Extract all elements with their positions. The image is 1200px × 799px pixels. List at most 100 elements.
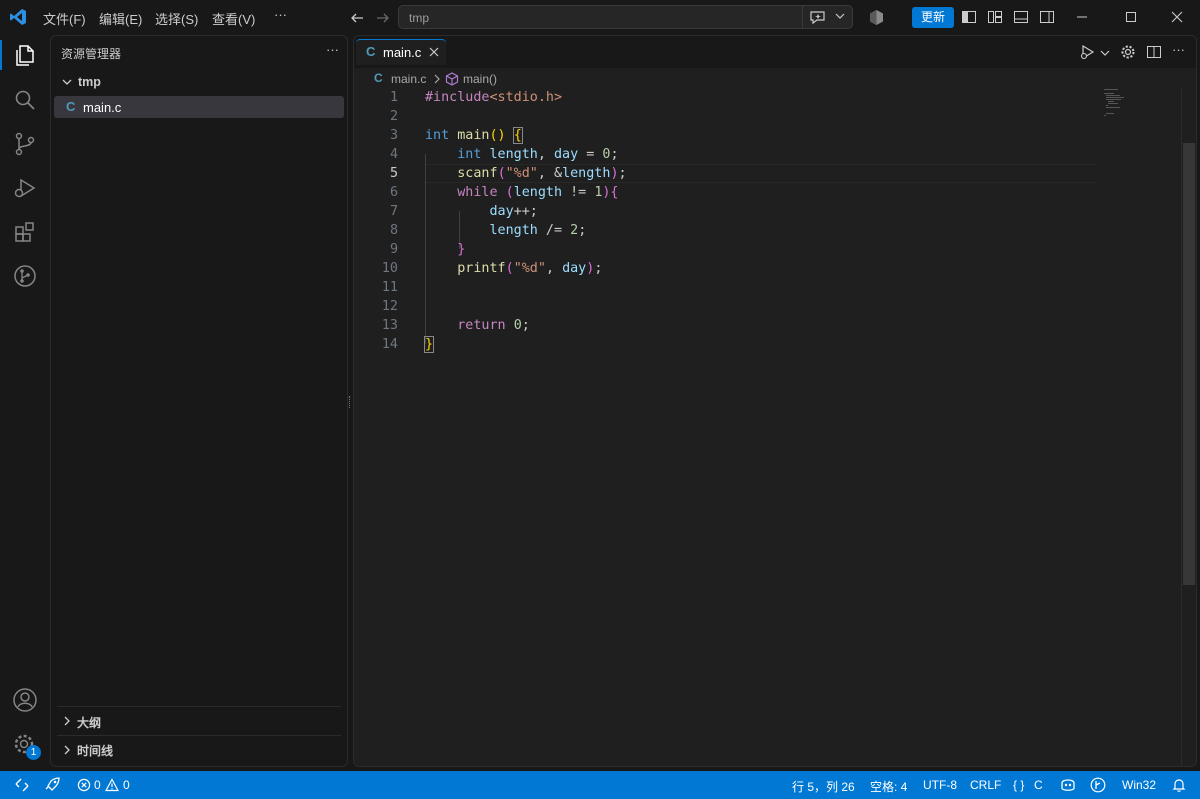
toggle-panel-icon[interactable] [1013, 9, 1029, 25]
customize-layout-icon[interactable] [987, 9, 1003, 25]
symbol-method-icon [445, 72, 459, 86]
breadcrumb: C main.c main() [354, 68, 1196, 90]
warnings-count[interactable]: 0 [123, 778, 130, 792]
cursor-position[interactable]: 行 5，列 26 [792, 778, 855, 795]
close-icon[interactable] [1170, 10, 1184, 24]
divider [802, 6, 803, 28]
code-line: 1 #include<stdio.h> [389, 90, 563, 105]
update-button[interactable]: 更新 [912, 7, 954, 28]
run-code-icon[interactable] [1080, 44, 1098, 60]
menu-file[interactable]: 文件(F) [43, 9, 86, 28]
settings-gear-icon[interactable] [1120, 44, 1136, 60]
close-tab-icon[interactable] [429, 47, 439, 57]
extensions-icon[interactable] [12, 219, 38, 245]
toggle-primary-sidebar-icon[interactable] [961, 9, 977, 25]
active-indicator [0, 40, 2, 70]
live-share-icon[interactable] [43, 777, 61, 793]
c-file-icon: C [366, 44, 376, 59]
timeline-section[interactable]: 时间线 [51, 737, 347, 763]
code-line: 3 int main() { [389, 127, 523, 144]
command-center-text: tmp [409, 11, 430, 25]
editor-group: C main.c ··· C main.c main() 1 #include<… [353, 35, 1197, 767]
braces-icon: { } [1013, 778, 1025, 792]
chat-icon[interactable] [809, 9, 827, 25]
editor-more-actions-icon[interactable]: ··· [1172, 42, 1185, 57]
command-center-search[interactable]: tmp [398, 5, 853, 29]
activity-bar: 1 [0, 35, 48, 769]
chevron-down-icon[interactable] [835, 11, 845, 21]
code-line: 12 [381, 299, 398, 314]
forward-arrow-icon[interactable] [375, 10, 391, 26]
split-editor-icon[interactable] [1146, 44, 1162, 60]
code-main-close: } [423, 336, 435, 353]
git-graph-icon[interactable] [12, 263, 38, 289]
copilot-icon[interactable] [868, 9, 885, 26]
language-mode[interactable]: { } C [1013, 778, 1053, 794]
code-line: 13 return 0; [381, 318, 530, 333]
folder-name: tmp [78, 75, 101, 89]
vertical-scrollbar[interactable] [1181, 88, 1196, 766]
notifications-bell-icon[interactable] [1171, 777, 1187, 793]
breadcrumb-symbol[interactable]: main() [463, 72, 497, 86]
chevron-down-icon [62, 77, 72, 87]
source-control-icon[interactable] [12, 131, 38, 157]
code-line: 8 length /= 2; [389, 223, 587, 238]
chevron-down-icon[interactable] [1100, 48, 1110, 58]
status-bar: 0 0 行 5，列 26 空格: 4 UTF-8 CRLF { } C Win3… [0, 771, 1200, 799]
warnings-icon[interactable] [105, 778, 119, 792]
folder-row-tmp[interactable]: tmp [51, 72, 347, 92]
copilot-status-icon[interactable] [1059, 777, 1077, 793]
title-bar: 文件(F) 编辑(E) 选择(S) 查看(V) ··· tmp 更新 [0, 0, 1200, 35]
back-arrow-icon[interactable] [349, 10, 365, 26]
explorer-files-icon[interactable] [12, 42, 38, 68]
end-of-line[interactable]: CRLF [970, 778, 1001, 792]
code-printf: printf("%d", day); [457, 261, 603, 276]
run-debug-icon[interactable] [12, 175, 38, 201]
code-line: 5 scanf("%d", &length); [389, 166, 627, 181]
menu-more[interactable]: ··· [274, 7, 287, 22]
accounts-icon[interactable] [12, 687, 38, 713]
code-line: 4 int length, day = 0; [389, 147, 619, 162]
menu-edit[interactable]: 编辑(E) [99, 9, 142, 28]
code-line: 11 [381, 280, 398, 295]
chevron-right-icon [433, 74, 442, 84]
code-while: while (length != 1){ [457, 185, 619, 200]
file-row-main-c[interactable]: C main.c [54, 96, 344, 118]
git-graph-status-icon[interactable] [1090, 777, 1106, 793]
minimap[interactable] [1102, 88, 1132, 118]
tab-bar: C main.c ··· [354, 36, 1196, 68]
breadcrumb-file[interactable]: main.c [391, 72, 426, 86]
sash-handle[interactable] [349, 396, 352, 408]
explorer-sidebar: 资源管理器 ··· tmp C main.c 大纲 时间线 [50, 35, 348, 767]
platform[interactable]: Win32 [1122, 778, 1156, 792]
search-icon[interactable] [12, 87, 38, 113]
toggle-secondary-sidebar-icon[interactable] [1039, 9, 1055, 25]
code-increment: day++; [489, 204, 538, 219]
timeline-title: 时间线 [77, 744, 114, 758]
outline-section[interactable]: 大纲 [51, 708, 347, 734]
code-divide: length /= 2; [489, 223, 587, 238]
scrollbar-thumb[interactable] [1183, 143, 1195, 585]
maximize-icon[interactable] [1124, 10, 1138, 24]
indentation[interactable]: 空格: 4 [870, 778, 907, 795]
errors-count[interactable]: 0 [94, 778, 101, 792]
outline-title: 大纲 [77, 716, 102, 730]
code-var-decl: int length, day = 0; [457, 147, 619, 162]
chevron-right-icon [62, 745, 72, 755]
errors-icon[interactable] [77, 778, 91, 792]
c-file-icon: C [66, 99, 76, 114]
menu-selection[interactable]: 选择(S) [155, 9, 198, 28]
code-line: 9 } [389, 242, 466, 257]
encoding[interactable]: UTF-8 [923, 778, 957, 792]
code-line: 10 printf("%d", day); [381, 261, 603, 276]
tab-main-c[interactable]: C main.c [356, 39, 446, 65]
c-file-icon: C [374, 71, 383, 85]
explorer-more-actions-icon[interactable]: ··· [326, 42, 339, 57]
menu-view[interactable]: 查看(V) [212, 9, 255, 28]
code-line: 2 [389, 109, 398, 124]
remote-icon[interactable] [14, 778, 30, 792]
language-label: C [1034, 778, 1043, 792]
minimize-icon[interactable] [1075, 10, 1089, 24]
code-area[interactable]: 1 #include<stdio.h> 2 3 int main() { 4 int… [354, 88, 1196, 766]
code-return: return 0; [457, 318, 530, 333]
